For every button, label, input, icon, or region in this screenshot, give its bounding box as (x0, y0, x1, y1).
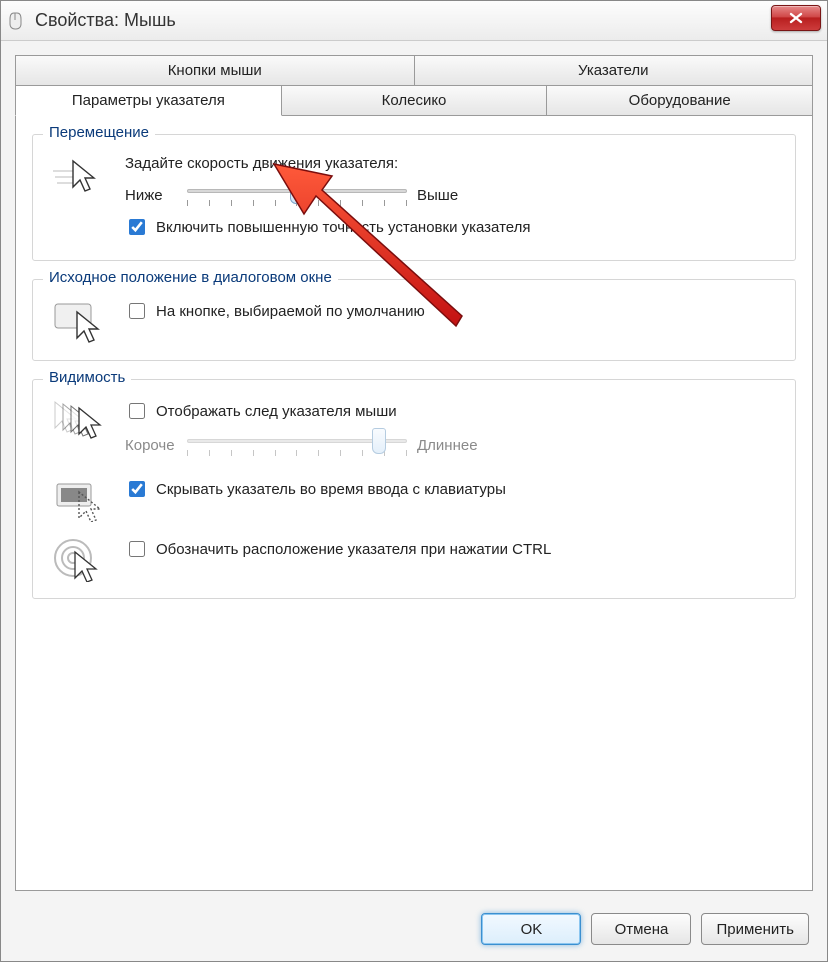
group-motion-legend: Перемещение (43, 124, 155, 141)
hide-while-typing-checkbox[interactable] (129, 481, 145, 497)
close-button[interactable] (771, 5, 821, 31)
pointer-trails-label[interactable]: Отображать след указателя мыши (156, 403, 397, 420)
mouse-properties-window: Свойства: Мышь Кнопки мыши Указатели Пар… (0, 0, 828, 962)
snap-to-default-label[interactable]: На кнопке, выбираемой по умолчанию (156, 303, 425, 320)
group-motion: Перемещение Задайте скорость движения ук… (32, 134, 796, 261)
slider-thumb (372, 428, 386, 454)
mouse-icon (7, 11, 27, 31)
group-visibility: Видимость Отображать след ука (32, 379, 796, 599)
close-icon (788, 12, 804, 24)
content-area: Кнопки мыши Указатели Параметры указател… (1, 41, 827, 899)
titlebar: Свойства: Мышь (1, 1, 827, 41)
motion-icon (47, 149, 111, 199)
trail-length-slider (187, 430, 407, 460)
group-snap: Исходное положение в диалоговом окне На … (32, 279, 796, 361)
enhance-precision-label[interactable]: Включить повышенную точность установки у… (156, 219, 531, 236)
window-title: Свойства: Мышь (35, 10, 176, 31)
snap-icon (47, 294, 111, 344)
ok-button[interactable]: OK (481, 913, 581, 945)
ctrl-locate-icon (47, 532, 111, 582)
pointer-trails-checkbox[interactable] (129, 403, 145, 419)
enhance-precision-checkbox[interactable] (129, 219, 145, 235)
tab-buttons[interactable]: Кнопки мыши (15, 55, 415, 85)
ctrl-locate-checkbox[interactable] (129, 541, 145, 557)
apply-button[interactable]: Применить (701, 913, 809, 945)
tab-pointer-options[interactable]: Параметры указателя (15, 85, 282, 116)
tab-strip: Кнопки мыши Указатели Параметры указател… (15, 55, 813, 116)
tab-hardware[interactable]: Оборудование (547, 85, 813, 116)
trail-low-label: Короче (125, 437, 177, 454)
group-snap-legend: Исходное положение в диалоговом окне (43, 269, 338, 286)
slider-low-label: Ниже (125, 187, 177, 204)
trails-icon (47, 394, 111, 444)
trail-high-label: Длиннее (417, 437, 478, 454)
dialog-footer: OK Отмена Применить (1, 899, 827, 961)
hide-typing-icon (47, 472, 111, 522)
pointer-speed-slider[interactable] (187, 180, 407, 210)
ctrl-locate-label[interactable]: Обозначить расположение указателя при на… (156, 541, 551, 558)
slider-thumb[interactable] (290, 178, 304, 204)
hide-while-typing-label[interactable]: Скрывать указатель во время ввода с клав… (156, 481, 506, 498)
cancel-button[interactable]: Отмена (591, 913, 691, 945)
tab-wheel[interactable]: Колесико (282, 85, 548, 116)
snap-to-default-checkbox[interactable] (129, 303, 145, 319)
slider-high-label: Выше (417, 187, 469, 204)
tab-panel-pointer-options: Перемещение Задайте скорость движения ук… (15, 116, 813, 891)
speed-label: Задайте скорость движения указателя: (125, 155, 781, 172)
group-visibility-legend: Видимость (43, 369, 131, 386)
tab-pointers[interactable]: Указатели (415, 55, 814, 85)
